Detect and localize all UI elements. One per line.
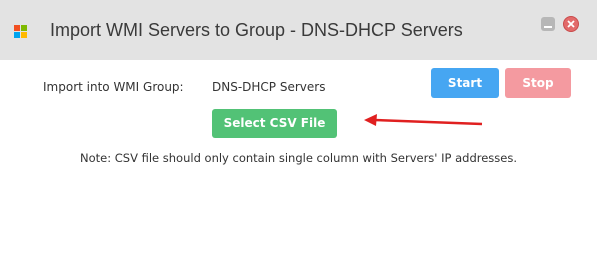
minimize-icon[interactable] (541, 17, 555, 31)
csv-note: Note: CSV file should only contain singl… (80, 151, 517, 165)
close-icon[interactable] (563, 16, 579, 32)
select-csv-file-button[interactable]: Select CSV File (212, 109, 337, 138)
stop-button[interactable]: Stop (505, 68, 571, 98)
start-button[interactable]: Start (431, 68, 499, 98)
group-value: DNS-DHCP Servers (212, 80, 326, 94)
windows-logo-icon (14, 25, 28, 39)
title-bar: Import WMI Servers to Group - DNS-DHCP S… (0, 0, 597, 60)
red-arrow-annotation (364, 114, 483, 126)
window-title: Import WMI Servers to Group - DNS-DHCP S… (50, 20, 463, 40)
group-label: Import into WMI Group: (43, 80, 184, 94)
